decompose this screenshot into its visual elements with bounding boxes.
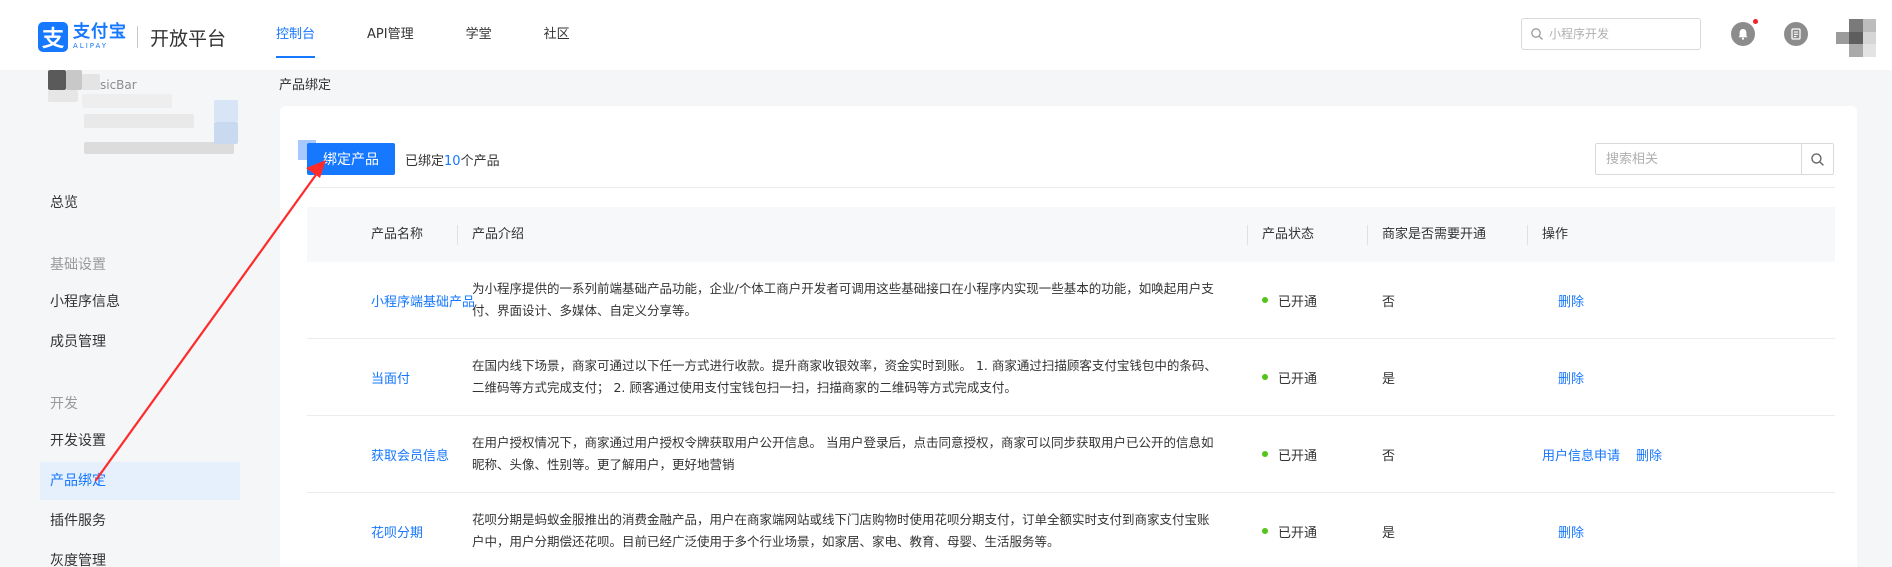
sidebar-item-members[interactable]: 成员管理: [40, 323, 240, 361]
bind-product-button[interactable]: 绑定产品: [307, 143, 395, 175]
nav-console[interactable]: 控制台: [276, 0, 316, 70]
product-search: [1595, 143, 1834, 175]
top-header: 支 支付宝 ALIPAY 开放平台 控制台 API管理 学堂 社区: [0, 0, 1892, 70]
bound-count: 10: [444, 154, 461, 169]
product-table: 产品名称 产品介绍 产品状态 商家是否需要开通 操作 小程序端基础产品 为小程序…: [307, 207, 1835, 567]
product-name-link[interactable]: 获取会员信息: [371, 445, 449, 464]
logo-divider: [137, 26, 138, 48]
product-search-input[interactable]: [1596, 144, 1801, 174]
status-dot: [1262, 374, 1268, 380]
sidebar-item-product-binding[interactable]: 产品绑定: [40, 462, 240, 500]
sidebar: sicBar 总览 基础设置 小程序信息 成员管理 开发 开发设置 产品绑定 插…: [0, 70, 254, 567]
product-desc: 为小程序提供的一系列前端基础产品功能，企业/个体工商户开发者可调用这些基础接口在…: [472, 281, 1214, 318]
breadcrumb: 产品绑定: [279, 78, 332, 93]
sidebar-item-dev-settings[interactable]: 开发设置: [40, 422, 240, 460]
logo-en-text: ALIPAY: [73, 42, 109, 50]
delete-link[interactable]: 删除: [1558, 368, 1584, 387]
nav-community[interactable]: 社区: [544, 0, 570, 70]
alipay-logo-icon: 支: [38, 22, 68, 52]
table-row: 当面付 在国内线下场景，商家可通过以下任一方式进行收款。提升商家收银效率，资金实…: [307, 339, 1835, 416]
col-merchant-need: 商家是否需要开通: [1367, 207, 1527, 262]
nav-api-management[interactable]: API管理: [367, 0, 414, 70]
status-dot: [1262, 451, 1268, 457]
platform-name: 开放平台: [150, 27, 227, 50]
merchant-need-text: 否: [1382, 448, 1396, 464]
delete-link[interactable]: 删除: [1558, 522, 1584, 541]
table-header: 产品名称 产品介绍 产品状态 商家是否需要开通 操作: [307, 207, 1835, 262]
table-row: 花呗分期 花呗分期是蚂蚁金服推出的消费金融产品，用户在商家端网站或线下门店购物时…: [307, 493, 1835, 567]
sidebar-group-basic-settings: 基础设置: [50, 257, 106, 273]
merchant-need-text: 是: [1382, 371, 1396, 387]
col-product-status: 产品状态: [1247, 207, 1367, 262]
app-info-card: sicBar: [48, 70, 248, 160]
sidebar-item-overview[interactable]: 总览: [40, 184, 240, 222]
sidebar-item-gray-management[interactable]: 灰度管理: [40, 542, 240, 567]
product-search-button[interactable]: [1801, 144, 1833, 174]
toolbar-divider: [307, 187, 1835, 188]
global-search[interactable]: [1521, 18, 1701, 50]
sidebar-group-dev: 开发: [50, 396, 78, 412]
merchant-need-text: 是: [1382, 525, 1396, 541]
top-nav: 控制台 API管理 学堂 社区: [276, 0, 622, 70]
document-icon[interactable]: [1784, 22, 1808, 46]
product-desc: 在国内线下场景，商家可通过以下任一方式进行收款。提升商家收银效率，资金实时到账。…: [472, 358, 1217, 395]
table-row: 小程序端基础产品 为小程序提供的一系列前端基础产品功能，企业/个体工商户开发者可…: [307, 262, 1835, 339]
col-product-name: 产品名称: [371, 227, 424, 242]
status-dot: [1262, 528, 1268, 534]
status-text: 已开通: [1278, 294, 1318, 310]
status-text: 已开通: [1278, 525, 1318, 541]
user-info-apply-link[interactable]: 用户信息申请: [1542, 445, 1620, 464]
nav-academy[interactable]: 学堂: [466, 0, 492, 70]
avatar[interactable]: [1836, 19, 1876, 57]
alipay-logo[interactable]: 支 支付宝 ALIPAY 开放平台: [38, 20, 226, 54]
search-icon: [1811, 152, 1824, 166]
notification-dot: [1753, 19, 1758, 24]
bell-icon[interactable]: [1731, 22, 1755, 46]
app-name: sicBar: [100, 78, 137, 92]
product-name-link[interactable]: 花呗分期: [371, 522, 423, 541]
status-text: 已开通: [1278, 448, 1318, 464]
product-desc: 在用户授权情况下，商家通过用户授权令牌获取用户公开信息。 当用户登录后，点击同意…: [472, 435, 1214, 472]
status-dot: [1262, 297, 1268, 303]
product-desc: 花呗分期是蚂蚁金服推出的消费金融产品，用户在商家端网站或线下门店购物时使用花呗分…: [472, 512, 1210, 549]
sidebar-item-plugin-service[interactable]: 插件服务: [40, 502, 240, 540]
bound-count-text: 已绑定10个产品: [405, 154, 500, 169]
product-name-link[interactable]: 当面付: [371, 368, 410, 387]
logo-cn-text: 支付宝: [73, 22, 127, 42]
col-product-desc: 产品介绍: [457, 207, 1247, 262]
sidebar-item-miniapp-info[interactable]: 小程序信息: [40, 283, 240, 321]
delete-link[interactable]: 删除: [1636, 445, 1662, 464]
col-actions: 操作: [1527, 207, 1835, 262]
table-row: 获取会员信息 在用户授权情况下，商家通过用户授权令牌获取用户公开信息。 当用户登…: [307, 416, 1835, 493]
search-icon: [1531, 28, 1543, 40]
status-text: 已开通: [1278, 371, 1318, 387]
global-search-input[interactable]: [1549, 27, 1689, 41]
merchant-need-text: 否: [1382, 294, 1396, 310]
delete-link[interactable]: 删除: [1558, 291, 1584, 310]
